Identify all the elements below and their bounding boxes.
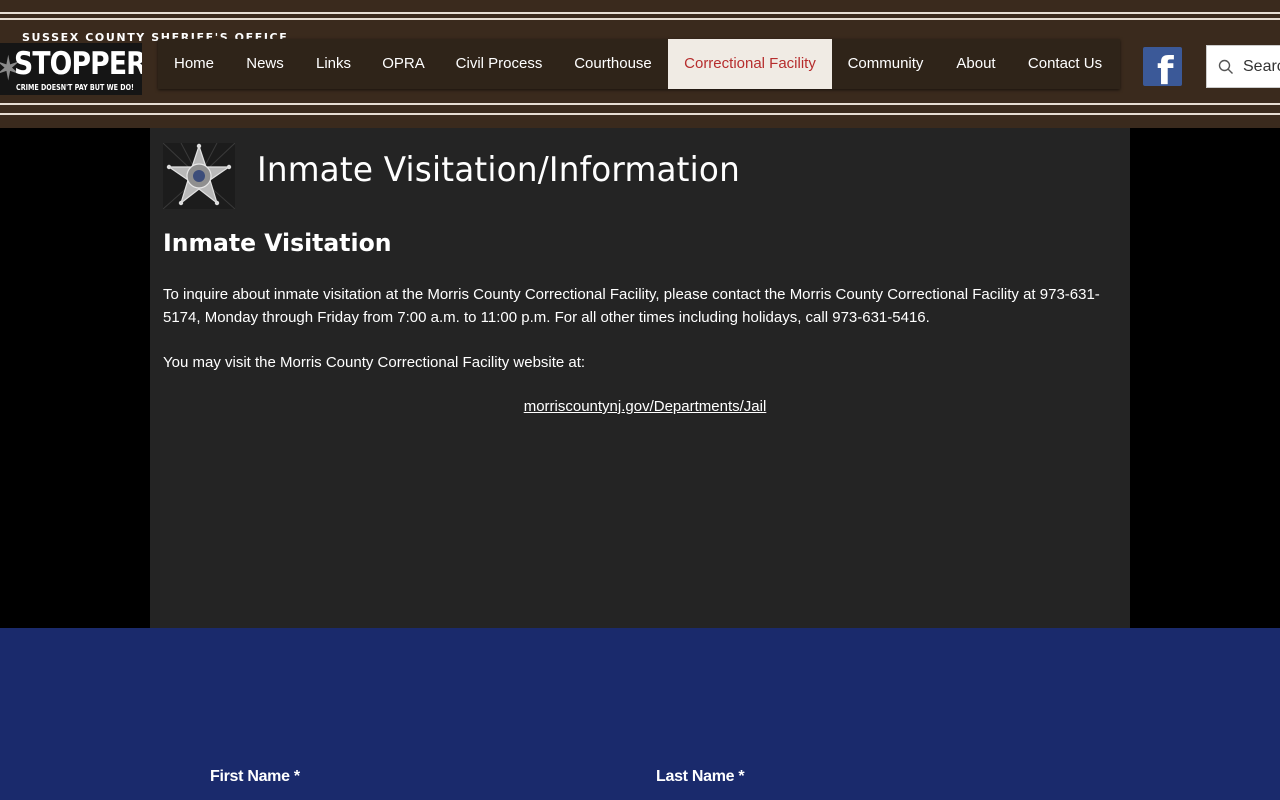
nav-item-home[interactable]: Home <box>158 39 230 89</box>
last-name-label: Last Name * <box>656 768 745 785</box>
nav-item-links[interactable]: Links <box>300 39 367 89</box>
logo-tagline: CRIME DOESN'T PAY BUT WE DO! <box>16 83 134 92</box>
nav-item-courthouse[interactable]: Courthouse <box>558 39 668 89</box>
nav-item-correctional-facility[interactable]: Correctional Facility <box>668 39 832 89</box>
jail-website-link[interactable]: morriscountynj.gov/Departments/Jail <box>150 395 1140 418</box>
header-stripe <box>0 18 1280 20</box>
header-stripe <box>0 113 1280 115</box>
nav-item-opra[interactable]: OPRA <box>367 39 440 89</box>
search-input[interactable] <box>1243 46 1280 87</box>
header-stripe <box>0 103 1280 105</box>
first-name-label: First Name * <box>210 768 300 785</box>
nav-item-civil-process[interactable]: Civil Process <box>440 39 558 89</box>
section-heading: Inmate Visitation <box>163 229 392 257</box>
nav-item-contact-us[interactable]: Contact Us <box>1013 39 1117 89</box>
contact-form-section: First Name * Last Name * <box>0 628 1280 800</box>
logo-text: STOPPERS <box>14 46 142 82</box>
facebook-icon[interactable]: f <box>1143 47 1182 86</box>
search-icon <box>1218 59 1233 74</box>
site-header: SUSSEX COUNTY SHERIFF'S OFFICE ✶ STOPPER… <box>0 0 1280 128</box>
star-icon: ✶ <box>0 50 23 88</box>
crime-stoppers-logo[interactable]: ✶ STOPPERS CRIME DOESN'T PAY BUT WE DO! <box>0 43 142 95</box>
main-nav: Home News Links OPRA Civil Process Court… <box>158 39 1120 89</box>
nav-item-about[interactable]: About <box>939 39 1013 89</box>
nav-item-news[interactable]: News <box>230 39 300 89</box>
search-box[interactable] <box>1206 45 1280 88</box>
sheriff-badge-icon <box>163 143 235 209</box>
content-panel: Inmate Visitation/Information Inmate Vis… <box>150 128 1130 628</box>
header-stripe <box>0 12 1280 14</box>
nav-item-community[interactable]: Community <box>832 39 939 89</box>
page-title: Inmate Visitation/Information <box>257 150 740 190</box>
visitation-info-text: To inquire about inmate visitation at th… <box>163 286 1100 326</box>
website-intro-text: You may visit the Morris County Correcti… <box>163 354 586 371</box>
